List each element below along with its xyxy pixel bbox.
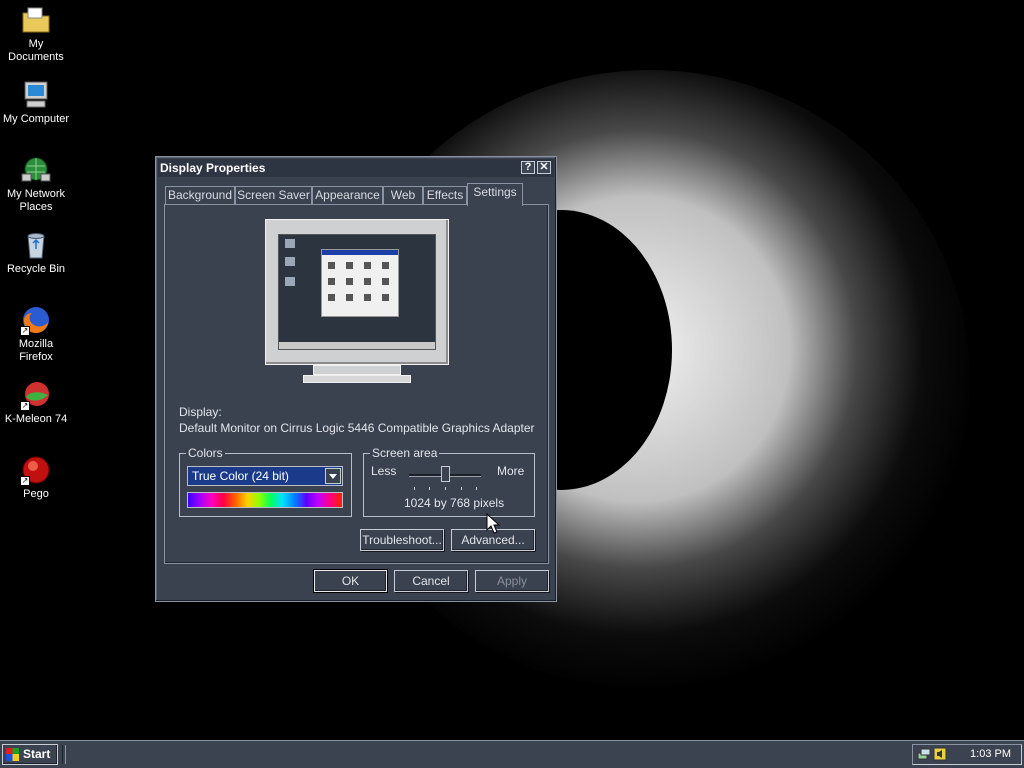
start-label: Start — [23, 747, 51, 761]
desktop-icon-label: Pego — [23, 488, 49, 500]
mini-icon — [364, 278, 371, 285]
slider-more-label: More — [497, 464, 525, 478]
mini-icon — [346, 262, 353, 269]
desktop-icon-label: My Computer — [2, 113, 70, 125]
desktop-icon-my-computer[interactable]: My Computer — [0, 77, 72, 126]
desktop-icon-label: K-Meleon 74 — [4, 413, 68, 425]
slider-tick — [461, 487, 462, 490]
mini-icon — [382, 278, 389, 285]
resolution-text: 1024 by 768 pixels — [404, 496, 505, 510]
mini-taskbar — [279, 342, 435, 349]
display-label: Display: — [179, 405, 222, 419]
slider-tick — [429, 487, 430, 490]
firefox-icon: ↗ — [20, 304, 52, 336]
tab-screen-saver[interactable]: Screen Saver — [235, 186, 312, 205]
dialog-title: Display Properties — [160, 161, 266, 175]
desktop-icon-my-network-places[interactable]: My Network Places — [0, 152, 72, 214]
desktop-icon-recycle-bin[interactable]: Recycle Bin — [0, 227, 72, 276]
shortcut-arrow-icon: ↗ — [20, 401, 30, 411]
shortcut-arrow-icon: ↗ — [20, 476, 30, 486]
tab-appearance[interactable]: Appearance — [312, 186, 383, 205]
folder-icon — [20, 4, 52, 36]
k-meleon-icon: ↗ — [20, 379, 52, 411]
close-button[interactable]: ✕ — [537, 161, 551, 174]
colors-dropdown[interactable]: True Color (24 bit) — [187, 466, 343, 486]
monitor-stand — [313, 365, 401, 375]
tab-web[interactable]: Web — [383, 186, 423, 205]
ok-button[interactable]: OK — [314, 570, 387, 592]
monitor-preview — [265, 219, 449, 365]
display-adapter-text: Default Monitor on Cirrus Logic 5446 Com… — [179, 421, 535, 435]
shortcut-arrow-icon: ↗ — [20, 326, 30, 336]
desktop: My Documents My Computer My Network Plac… — [0, 0, 1024, 740]
slider-tick — [414, 487, 415, 490]
mini-icon — [328, 294, 335, 301]
slider-tick — [476, 487, 477, 490]
slider-less-label: Less — [371, 464, 397, 478]
slider-tick — [445, 487, 446, 490]
screen-area-group: Screen area Less More 1024 by 768 pixels — [363, 446, 535, 517]
mini-desktop-icon — [285, 257, 295, 266]
monitor-preview-screen — [278, 234, 436, 350]
mini-desktop-icon — [285, 277, 295, 286]
screen-area-group-legend: Screen area — [370, 446, 440, 460]
screen-area-slider-thumb[interactable] — [441, 466, 450, 482]
monitor-base — [303, 375, 411, 383]
settings-tab-panel: Display: Default Monitor on Cirrus Logic… — [164, 204, 549, 564]
troubleshoot-button[interactable]: Troubleshoot... — [360, 529, 444, 551]
taskbar: Start 1:03 PM — [0, 740, 1024, 768]
pego-icon: ↗ — [20, 454, 52, 486]
desktop-icon-my-documents[interactable]: My Documents — [0, 2, 72, 64]
colors-group: Colors True Color (24 bit) — [179, 446, 352, 517]
mini-icon — [382, 262, 389, 269]
desktop-icon-mozilla-firefox[interactable]: ↗ Mozilla Firefox — [0, 302, 72, 364]
mini-window-titlebar — [322, 250, 398, 255]
desktop-icon-pego[interactable]: ↗ Pego — [0, 452, 72, 501]
mini-icon — [382, 294, 389, 301]
help-button[interactable]: ? — [521, 161, 535, 174]
mini-desktop-icon — [285, 239, 295, 248]
desktop-icon-label: My Network Places — [6, 188, 66, 213]
cancel-button[interactable]: Cancel — [394, 570, 468, 592]
desktop-icon-k-meleon[interactable]: ↗ K-Meleon 74 — [0, 377, 72, 426]
mini-icon — [328, 278, 335, 285]
apply-button[interactable]: Apply — [475, 570, 549, 592]
computer-icon — [20, 79, 52, 111]
tab-background[interactable]: Background — [165, 186, 235, 205]
taskbar-separator — [62, 745, 66, 764]
desktop-icon-label: Mozilla Firefox — [18, 338, 54, 363]
mini-icon — [364, 262, 371, 269]
mini-icon — [328, 262, 335, 269]
mini-icon — [346, 294, 353, 301]
start-button[interactable]: Start — [2, 744, 58, 765]
desktop-icon-label: Recycle Bin — [6, 263, 66, 275]
chevron-down-icon[interactable] — [325, 468, 341, 484]
dialog-titlebar[interactable]: Display Properties ? ✕ — [158, 159, 554, 177]
mini-icon — [364, 294, 371, 301]
system-tray: 1:03 PM — [912, 744, 1022, 765]
network-tray-icon[interactable] — [917, 747, 931, 761]
colors-group-legend: Colors — [186, 446, 225, 460]
colors-dropdown-value: True Color (24 bit) — [192, 469, 289, 483]
mini-icon — [346, 278, 353, 285]
windows-logo-icon — [6, 748, 19, 761]
display-properties-dialog: Display Properties ? ✕ Background Screen… — [155, 156, 557, 602]
network-globe-icon — [20, 154, 52, 186]
recycle-bin-icon — [20, 229, 52, 261]
color-spectrum-preview — [187, 492, 343, 508]
tab-effects[interactable]: Effects — [423, 186, 467, 205]
clock[interactable]: 1:03 PM — [970, 748, 1011, 760]
mini-window-preview — [321, 249, 399, 317]
desktop-icon-label: My Documents — [8, 38, 64, 63]
tab-settings[interactable]: Settings — [467, 183, 523, 206]
volume-tray-icon[interactable] — [933, 747, 947, 761]
